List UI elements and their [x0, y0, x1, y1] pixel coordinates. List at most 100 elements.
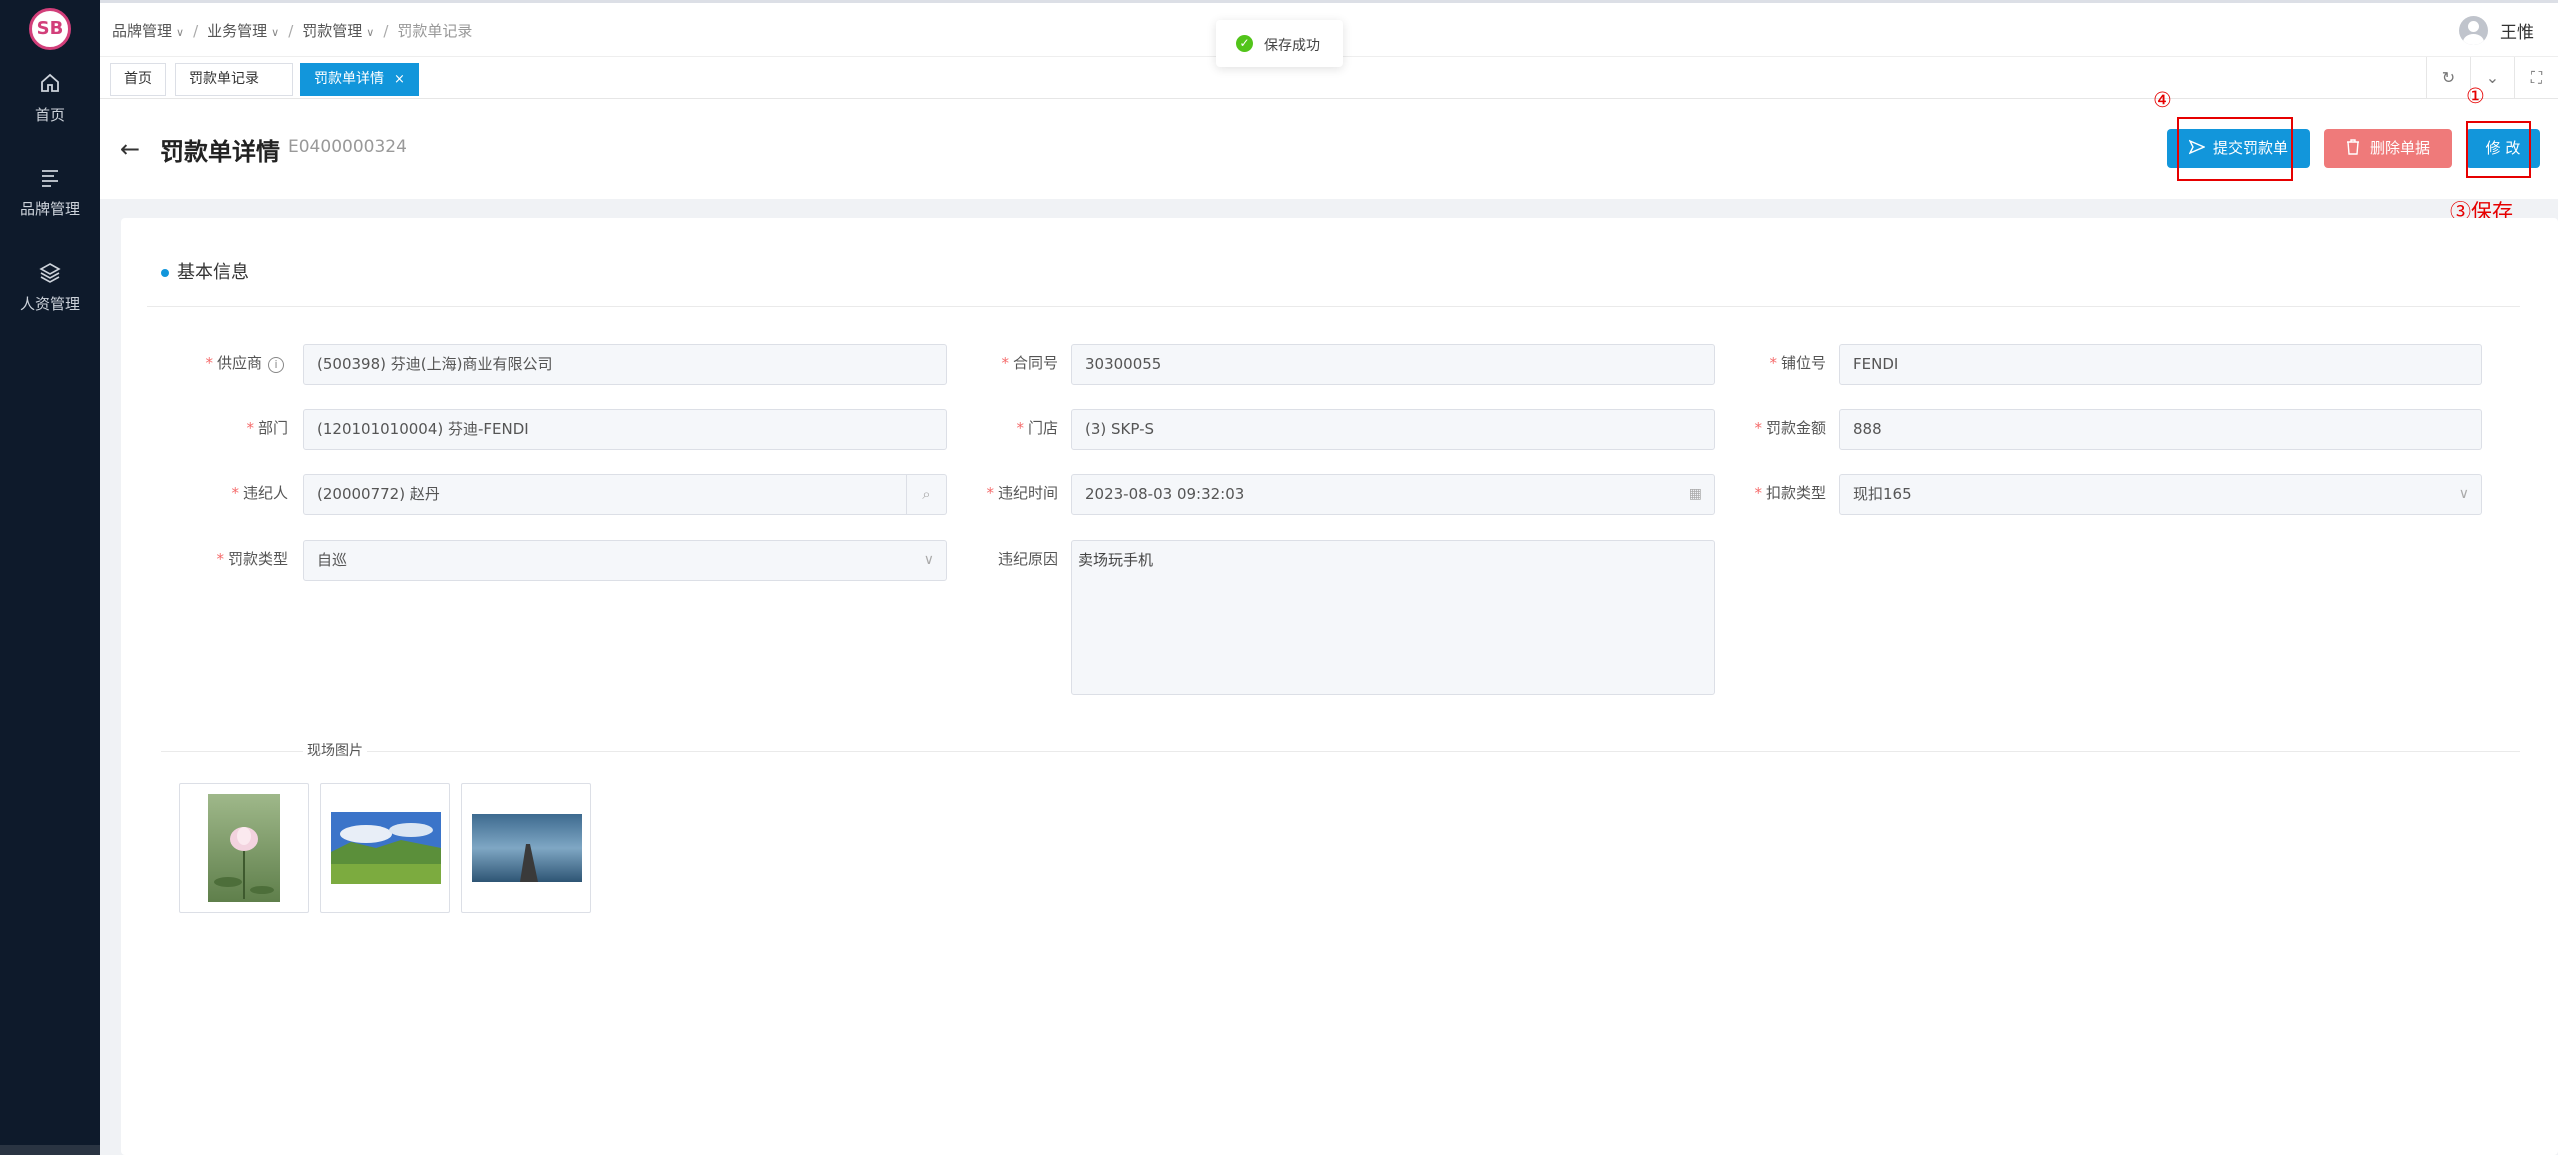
- annotation-mark-1: ①: [2466, 84, 2485, 108]
- refresh-icon[interactable]: ↻: [2426, 57, 2470, 99]
- annotation-mark-4: ④: [2153, 88, 2172, 112]
- department-value: (120101010004) 芬迪-FENDI: [317, 420, 529, 438]
- required-mark: *: [1016, 419, 1024, 437]
- back-arrow-icon[interactable]: ←: [120, 135, 140, 163]
- tab-fine-records[interactable]: 罚款单记录: [175, 63, 293, 96]
- photo-thumbnail-3[interactable]: [461, 783, 591, 913]
- department-field[interactable]: (120101010004) 芬迪-FENDI: [303, 409, 947, 450]
- delete-document-label: 删除单据: [2369, 139, 2430, 157]
- supplier-label-text: 供应商: [216, 354, 262, 372]
- success-toast: ✓ 保存成功: [1216, 20, 1343, 67]
- deduct-type-value: 现扣165: [1853, 485, 1912, 503]
- search-icon[interactable]: ⌕: [907, 474, 947, 515]
- breadcrumb-label: 罚款管理: [302, 22, 363, 40]
- tab-label: 罚款单记录: [189, 71, 259, 87]
- submit-fine-button[interactable]: 提交罚款单: [2167, 129, 2310, 168]
- sidebar-item-home[interactable]: 首页: [0, 72, 100, 142]
- violation-reason-label-text: 违纪原因: [997, 550, 1058, 568]
- menu-lines-icon: [42, 170, 58, 187]
- home-icon: [41, 73, 59, 92]
- breadcrumb-item-brand[interactable]: 品牌管理 ∨: [112, 20, 184, 41]
- contract-field[interactable]: 30300055: [1071, 344, 1715, 385]
- page-header: ← 罚款单详情 E0400000324 提交罚款单 删除单据 修 改: [100, 99, 2558, 199]
- tab-fine-detail[interactable]: 罚款单详情 ×: [300, 63, 419, 96]
- required-mark: *: [216, 550, 224, 568]
- breadcrumb-label: 品牌管理: [112, 22, 173, 40]
- sidebar: SB 首页 品牌管理 人资管理: [0, 0, 100, 1155]
- breadcrumb-separator: /: [383, 22, 389, 40]
- fullscreen-icon[interactable]: ⛶: [2514, 57, 2558, 99]
- violation-time-field[interactable]: 2023-08-03 09:32:03 ▦: [1071, 474, 1715, 515]
- deduct-type-label-text: 扣款类型: [1765, 484, 1826, 502]
- sidebar-item-hr[interactable]: 人资管理: [0, 261, 100, 331]
- info-icon[interactable]: i: [268, 357, 284, 373]
- user-name: 王惟: [2500, 23, 2534, 43]
- store-field[interactable]: (3) SKP-S: [1071, 409, 1715, 450]
- violation-reason-textarea[interactable]: 卖场玩手机: [1071, 540, 1715, 695]
- chevron-down-icon: ∨: [366, 26, 375, 39]
- store-value: (3) SKP-S: [1085, 420, 1155, 438]
- breadcrumb-item-business[interactable]: 业务管理 ∨: [207, 20, 279, 41]
- section-title-text: 基本信息: [177, 262, 249, 283]
- send-icon: [2188, 139, 2206, 155]
- violator-label-text: 违纪人: [242, 484, 288, 502]
- fine-amount-label: * 罚款金额: [1754, 417, 1826, 438]
- supplier-value: (500398) 芬迪(上海)商业有限公司: [317, 355, 553, 373]
- photo-section-label: 现场图片: [303, 740, 367, 760]
- fine-type-value: 自巡: [317, 551, 348, 569]
- store-label: * 门店: [1016, 417, 1058, 438]
- supplier-label: * 供应商 i: [205, 352, 284, 373]
- required-mark: *: [1754, 484, 1762, 502]
- chevron-down-icon: ∨: [271, 26, 280, 39]
- trash-icon: [2346, 139, 2359, 155]
- check-circle-icon: ✓: [1236, 35, 1253, 52]
- grassland-photo: [331, 812, 441, 884]
- violator-label: * 违纪人: [231, 482, 288, 503]
- fine-type-select[interactable]: 自巡 ∨: [303, 540, 947, 581]
- brand-logo-text: SB: [36, 18, 64, 39]
- required-mark: *: [1001, 354, 1009, 372]
- photo-divider: [161, 751, 2520, 752]
- edit-button[interactable]: 修 改: [2466, 129, 2540, 168]
- sidebar-item-brand[interactable]: 品牌管理: [0, 166, 100, 236]
- deduct-type-select[interactable]: 现扣165 ∨: [1839, 474, 2482, 515]
- bullet-dot: [161, 269, 169, 277]
- violator-value: (20000772) 赵丹: [317, 485, 440, 503]
- store-label-text: 门店: [1027, 419, 1058, 437]
- brand-logo[interactable]: SB: [29, 8, 71, 50]
- stall-label-text: 铺位号: [1780, 354, 1826, 372]
- fine-amount-field[interactable]: 888: [1839, 409, 2482, 450]
- avatar: [2459, 16, 2488, 45]
- breadcrumb-label: 业务管理: [207, 22, 268, 40]
- required-mark: *: [1754, 419, 1762, 437]
- stall-field[interactable]: FENDI: [1839, 344, 2482, 385]
- department-label-text: 部门: [257, 419, 288, 437]
- violator-field[interactable]: (20000772) 赵丹: [303, 474, 907, 515]
- breadcrumb: 品牌管理 ∨ / 业务管理 ∨ / 罚款管理 ∨ / 罚款单记录: [112, 20, 472, 41]
- breadcrumb-separator: /: [193, 22, 199, 40]
- sidebar-item-label: 首页: [34, 106, 65, 124]
- breadcrumb-item-fine[interactable]: 罚款管理 ∨: [302, 20, 374, 41]
- tab-home[interactable]: 首页: [110, 63, 166, 96]
- violation-time-label-text: 违纪时间: [997, 484, 1058, 502]
- sidebar-scrollbar[interactable]: [0, 1145, 100, 1155]
- photo-thumbnail-1[interactable]: [179, 783, 309, 913]
- contract-value: 30300055: [1085, 355, 1162, 373]
- photo-thumbnail-2[interactable]: [320, 783, 450, 913]
- section-title: 基本信息: [161, 258, 249, 284]
- fine-type-label-text: 罚款类型: [227, 550, 288, 568]
- detail-card: 基本信息 * 供应商 i (500398) 芬迪(上海)商业有限公司 * 合同号 30…: [121, 218, 2558, 1155]
- delete-document-button[interactable]: 删除单据: [2324, 129, 2452, 168]
- toast-message: 保存成功: [1264, 38, 1320, 54]
- page-title: 罚款单详情: [160, 138, 280, 166]
- fine-amount-value: 888: [1853, 420, 1882, 438]
- close-icon[interactable]: ×: [394, 72, 405, 87]
- violation-reason-label: 违纪原因: [998, 548, 1058, 569]
- edit-label: 修 改: [2485, 139, 2521, 157]
- user-menu[interactable]: 王惟: [2459, 16, 2534, 45]
- supplier-field[interactable]: (500398) 芬迪(上海)商业有限公司: [303, 344, 947, 385]
- submit-fine-label: 提交罚款单: [2212, 139, 2288, 157]
- sidebar-item-label: 品牌管理: [19, 200, 80, 218]
- violation-reason-value: 卖场玩手机: [1078, 551, 1154, 569]
- department-label: * 部门: [246, 417, 288, 438]
